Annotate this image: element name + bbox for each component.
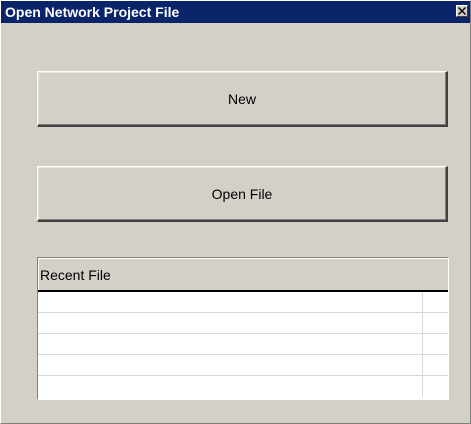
recent-file-row[interactable] xyxy=(38,355,448,376)
recent-file-name-cell xyxy=(38,334,423,354)
recent-file-side-cell xyxy=(423,334,448,354)
close-button[interactable] xyxy=(456,5,468,17)
close-icon xyxy=(458,7,466,15)
open-network-project-dialog: Open Network Project File New Open File … xyxy=(0,0,471,424)
recent-file-row[interactable] xyxy=(38,334,448,355)
recent-file-side-cell xyxy=(423,313,448,333)
recent-file-name-cell xyxy=(38,313,423,333)
title-bar: Open Network Project File xyxy=(1,1,470,23)
recent-file-header-label: Recent File xyxy=(40,267,111,283)
new-button-label: New xyxy=(227,90,256,107)
recent-file-row[interactable] xyxy=(38,313,448,334)
window-title: Open Network Project File xyxy=(5,4,180,20)
recent-file-row[interactable] xyxy=(38,292,448,313)
recent-file-side-cell xyxy=(423,376,448,397)
recent-file-side-cell xyxy=(423,292,448,312)
recent-file-name-cell xyxy=(38,376,423,397)
new-button[interactable]: New xyxy=(37,71,448,127)
recent-file-name-cell xyxy=(38,355,423,375)
open-file-button[interactable]: Open File xyxy=(37,166,448,222)
recent-file-name-cell xyxy=(38,292,423,312)
recent-file-header: Recent File xyxy=(38,258,448,292)
open-file-button-label: Open File xyxy=(211,185,273,202)
recent-file-row[interactable] xyxy=(38,376,448,397)
recent-file-list: Recent File xyxy=(37,257,449,400)
recent-file-rows xyxy=(38,292,448,399)
recent-file-side-cell xyxy=(423,355,448,375)
